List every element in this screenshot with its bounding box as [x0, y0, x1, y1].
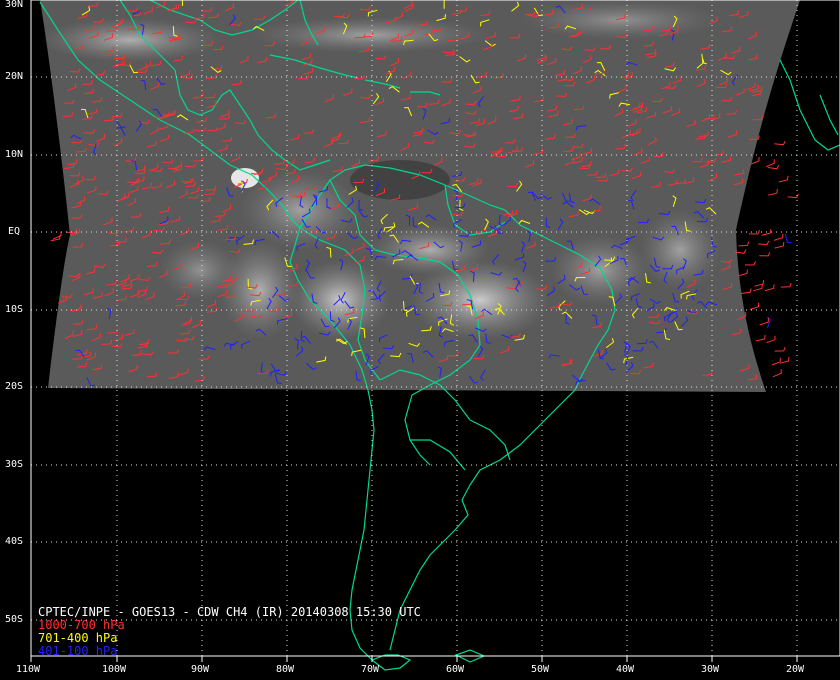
lon-label-80w: 80W [276, 664, 295, 675]
lon-label-110w: 110W [16, 664, 41, 675]
wind-barb [779, 356, 790, 364]
legend-high-level: 401-100 hPa [38, 644, 118, 658]
wind-barb [744, 261, 756, 266]
lon-label-100w: 100W [102, 664, 127, 675]
lat-label-50s: 50S [5, 614, 24, 625]
wind-barb [767, 165, 780, 170]
map-title: CPTEC/INPE - GOES13 - CDW CH4 (IR) 20140… [38, 605, 421, 619]
lat-label-20n: 20N [5, 71, 24, 82]
wind-barb [759, 317, 769, 326]
wind-barb [766, 335, 776, 344]
wind-barb [755, 335, 766, 342]
lat-label-10n: 10N [5, 149, 24, 160]
wind-barb [774, 347, 786, 352]
wind-barb [774, 140, 786, 146]
wind-barb [771, 357, 781, 366]
lon-label-20w: 20W [786, 664, 805, 675]
satellite-wind-map [30, 0, 840, 671]
wind-barb [764, 284, 775, 292]
wind-barb [759, 252, 771, 257]
legend-low-level: 1000-700 hPa [38, 618, 125, 632]
wind-barb [738, 269, 748, 277]
tick-marks [30, 656, 798, 662]
wind-barb [778, 175, 789, 183]
wind-barb [784, 233, 792, 244]
lat-label-eq: EQ [8, 226, 21, 237]
wind-barb [767, 189, 778, 196]
lon-label-50w: 50W [531, 664, 550, 675]
wind-barb [758, 240, 770, 246]
lat-label-30n: 30N [5, 0, 24, 10]
wind-barb [738, 241, 750, 247]
lon-label-60w: 60W [446, 664, 465, 675]
wind-barb [772, 369, 782, 378]
lon-label-40w: 40W [616, 664, 635, 675]
wind-barb [748, 230, 760, 235]
wind-barb [741, 288, 752, 294]
satellite-image [40, 0, 800, 392]
legend-mid-level: 701-400 hPa [38, 631, 118, 645]
lat-label-20s: 20S [5, 381, 24, 392]
lon-label-70w: 70W [361, 664, 380, 675]
lat-label-30s: 30S [5, 459, 24, 470]
lon-label-30w: 30W [701, 664, 720, 675]
lat-label-40s: 40S [5, 536, 24, 547]
wind-barb [765, 159, 775, 168]
wind-barb [774, 242, 785, 249]
lat-label-10s: 10S [5, 304, 24, 315]
wind-barb [773, 233, 784, 241]
wind-barb [749, 302, 760, 311]
wind-barb [780, 282, 792, 288]
lon-label-90w: 90W [191, 664, 210, 675]
